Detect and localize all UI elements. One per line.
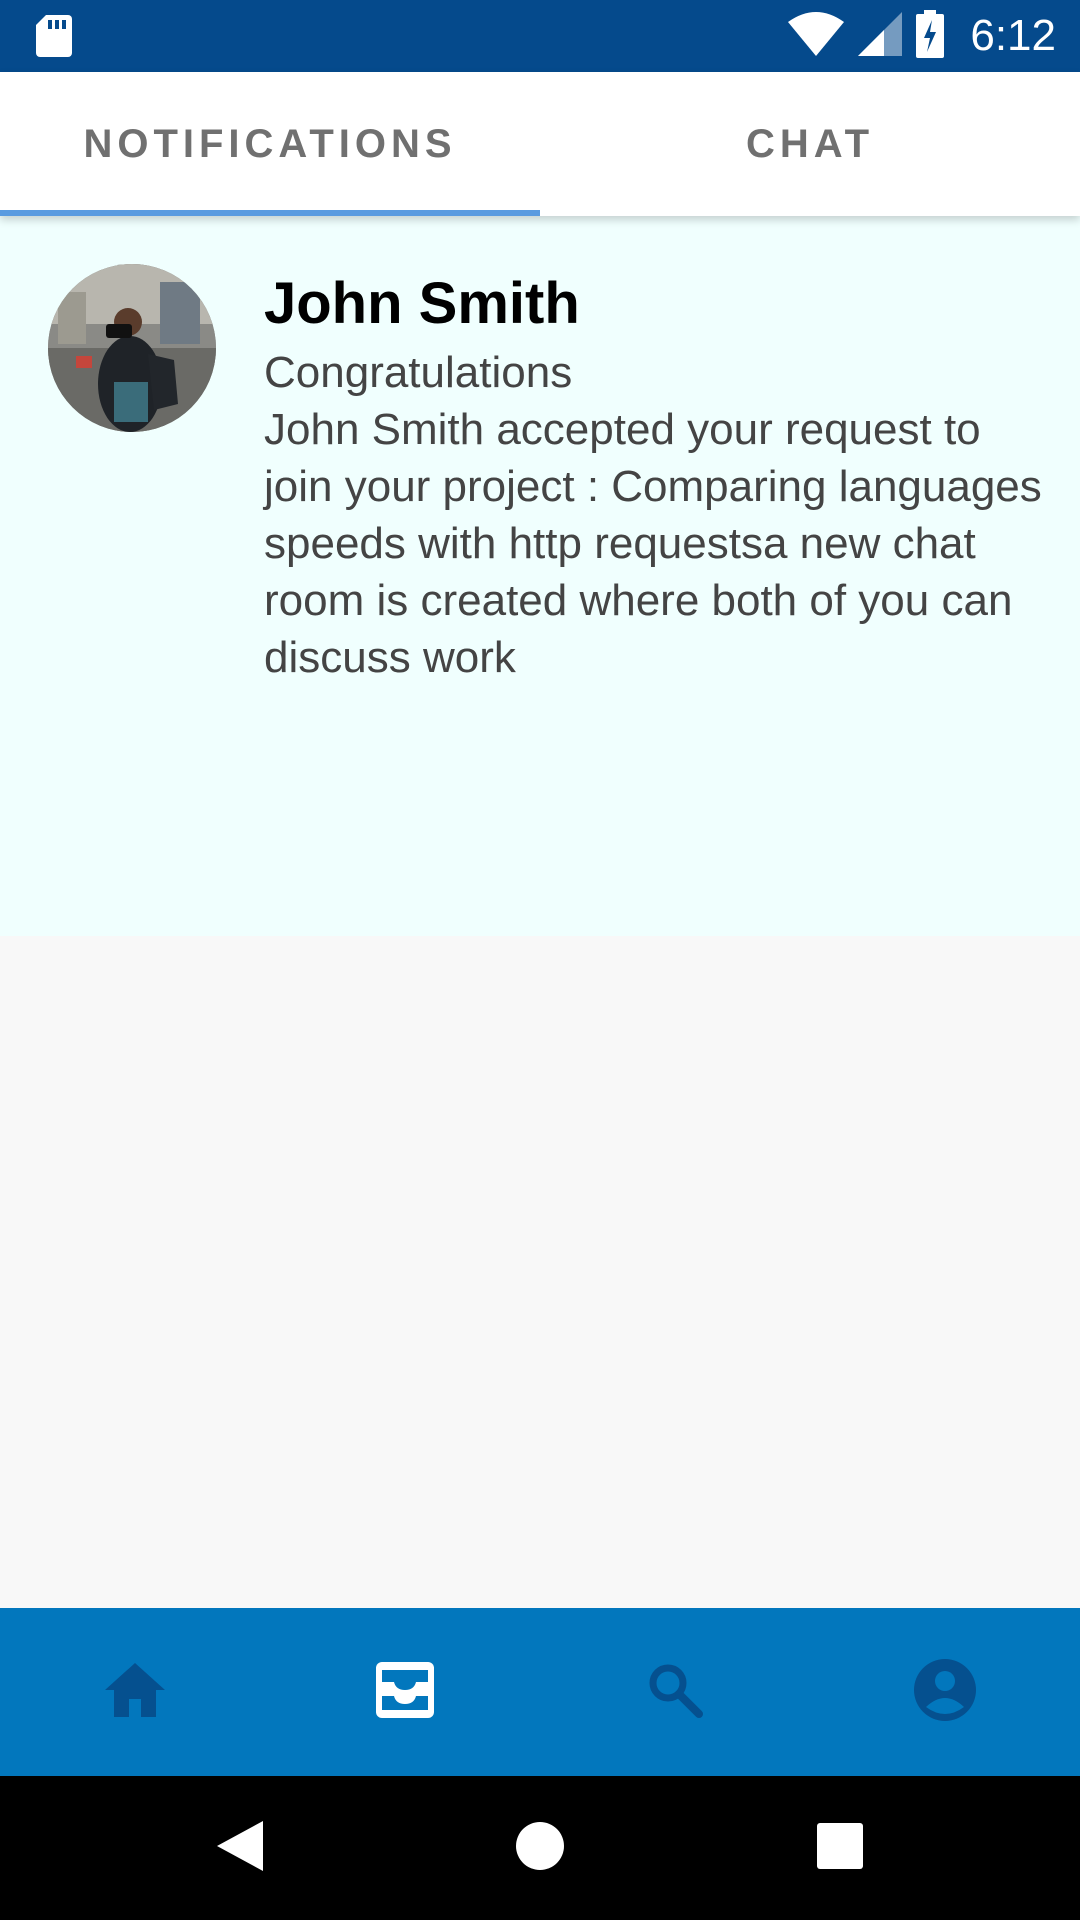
notification-item[interactable]: John Smith Congratulations John Smith ac… — [0, 216, 1080, 936]
nav-inbox[interactable] — [270, 1608, 540, 1776]
notification-content: John Smith Congratulations John Smith ac… — [264, 266, 1054, 686]
notification-sender: John Smith — [264, 271, 580, 336]
tab-bar: NOTIFICATIONS CHAT — [0, 72, 1080, 216]
recents-button[interactable] — [790, 1776, 890, 1920]
notification-message: John Smith accepted your request to join… — [264, 405, 1042, 682]
system-nav-bar — [0, 1776, 1080, 1920]
sd-card-icon — [36, 15, 72, 62]
status-time: 6:12 — [970, 11, 1056, 60]
system-home-button[interactable] — [490, 1776, 590, 1920]
nav-home[interactable] — [0, 1608, 270, 1776]
notification-title: Congratulations — [264, 348, 573, 397]
bottom-navigation — [0, 1608, 1080, 1776]
back-button[interactable] — [190, 1776, 290, 1920]
battery-charging-icon — [916, 9, 945, 63]
search-icon — [647, 1662, 703, 1723]
home-circle-icon — [515, 1821, 565, 1876]
wifi-icon — [788, 11, 845, 61]
home-icon — [105, 1662, 165, 1722]
account-icon — [914, 1658, 976, 1726]
cell-signal-icon — [858, 11, 903, 61]
tab-chat[interactable]: CHAT — [540, 72, 1080, 216]
status-bar: 6:12 — [0, 0, 1080, 72]
back-icon — [217, 1820, 263, 1876]
nav-account[interactable] — [810, 1608, 1080, 1776]
recents-icon — [817, 1822, 863, 1874]
nav-search[interactable] — [540, 1608, 810, 1776]
inbox-icon — [376, 1661, 434, 1723]
tab-notifications[interactable]: NOTIFICATIONS — [0, 72, 540, 216]
avatar — [48, 264, 216, 432]
